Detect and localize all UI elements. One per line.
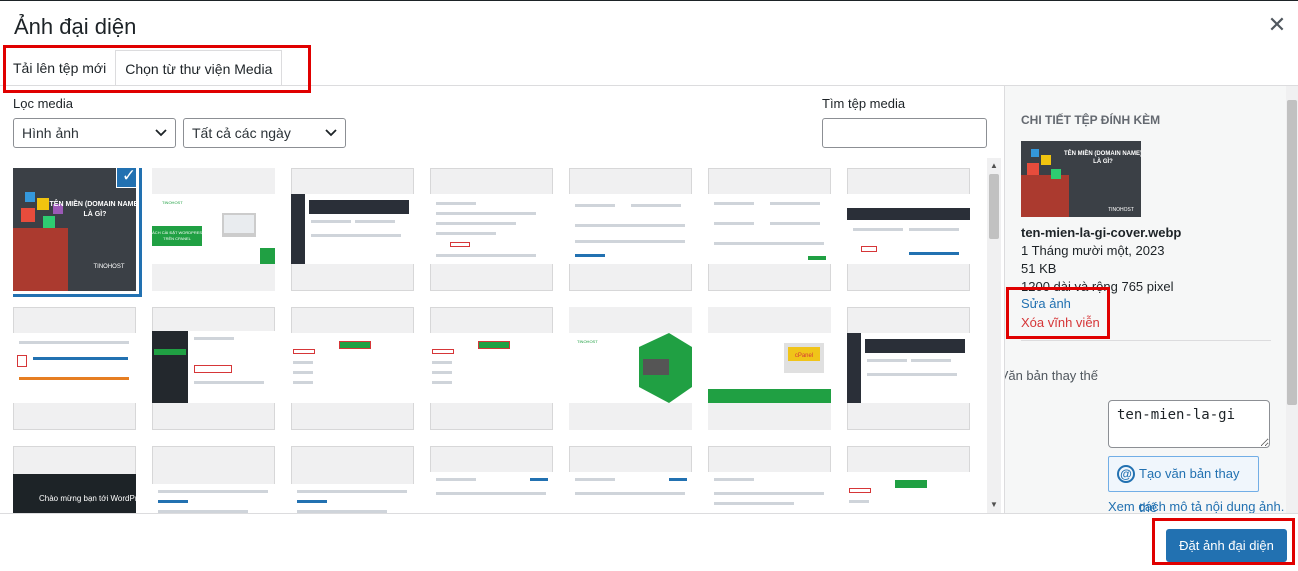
attachment-thumb[interactable]: TINOHOST	[569, 307, 692, 430]
screenshot-preview	[708, 194, 831, 264]
scrollbar-thumb[interactable]	[989, 174, 999, 239]
filter-label: Lọc media	[13, 96, 73, 111]
svg-text:TINOHOST: TINOHOST	[162, 200, 183, 205]
alt-text-help-link[interactable]: Xem cách mô tả nội dung ảnh.	[1108, 499, 1284, 514]
tab-upload[interactable]: Tải lên tệp mới	[4, 50, 115, 86]
attachment-preview: TINOHOST	[569, 307, 692, 430]
modal-top-border	[0, 0, 1298, 1]
screenshot-preview	[13, 333, 136, 403]
welcome-text: Chào mừng bạn tới WordPress!	[39, 494, 136, 503]
sidebar-heading: Chi tiết tệp đính kèm	[1021, 113, 1161, 127]
screenshot-preview	[847, 194, 970, 264]
svg-text:CÁCH CÀI ĐẶT WORDPRESS: CÁCH CÀI ĐẶT WORDPRESS	[152, 230, 205, 235]
attachment-details-sidebar: Chi tiết tệp đính kèm TÊN MIỀN (DOMAIN N…	[1004, 86, 1298, 514]
scroll-down-icon[interactable]: ▼	[987, 499, 1001, 511]
attachment-thumb[interactable]	[291, 446, 414, 513]
screenshot-preview	[291, 333, 414, 403]
attachment-thumb[interactable]	[569, 168, 692, 291]
scroll-up-icon[interactable]: ▲	[987, 160, 1001, 172]
attachment-thumb[interactable]	[13, 307, 136, 430]
screenshot-preview	[152, 484, 275, 513]
edit-image-link[interactable]: Sửa ảnh	[1021, 296, 1071, 311]
footer-divider	[0, 513, 1298, 514]
screenshot-preview	[291, 484, 414, 513]
attachment-thumb[interactable]	[847, 446, 970, 513]
chevron-down-icon	[325, 119, 337, 157]
screenshot-preview	[430, 333, 553, 403]
svg-text:cPanel: cPanel	[795, 353, 813, 359]
attachment-preview: CÁCH CÀI ĐẶT WORDPRESS TRÊN CPANEL TINOH…	[152, 168, 275, 291]
attachment-thumb[interactable]	[152, 307, 275, 430]
attachment-thumb[interactable]	[430, 307, 553, 430]
attachment-thumb[interactable]	[291, 168, 414, 291]
attachment-thumb[interactable]	[708, 446, 831, 513]
media-type-select[interactable]: Hình ảnh	[13, 118, 176, 148]
screenshot-preview	[430, 194, 553, 264]
attachment-thumb[interactable]: cPanel	[708, 307, 831, 430]
attachment-thumb[interactable]	[291, 307, 414, 430]
screenshot-preview	[847, 333, 970, 403]
svg-text:TÊN MIỀN (DOMAIN NAME): TÊN MIỀN (DOMAIN NAME)	[1064, 149, 1141, 157]
attachment-thumb[interactable]	[569, 446, 692, 513]
screenshot-preview	[430, 472, 553, 513]
screenshot-preview	[152, 331, 275, 403]
attachment-thumb[interactable]: TÊN MIỀN (DOMAIN NAME) LÀ GÌ? TINOHOST ✓	[13, 168, 136, 291]
media-router-tabs: Tải lên tệp mới Chọn từ thư viện Media	[4, 50, 283, 86]
svg-text:TINOHOST: TINOHOST	[577, 339, 598, 344]
attachment-filename: ten-mien-la-gi-cover.webp	[1021, 225, 1182, 240]
modal-title: Ảnh đại diện	[14, 14, 137, 39]
date-select[interactable]: Tất cả các ngày	[183, 118, 346, 148]
sidebar-thumbnail: TÊN MIỀN (DOMAIN NAME) LÀ GÌ? TINOHOST	[1021, 141, 1141, 217]
sidebar-scrollbar[interactable]	[1286, 86, 1298, 514]
attachment-thumb[interactable]	[847, 307, 970, 430]
date-value: Tất cả các ngày	[192, 125, 291, 141]
sidebar-scrollbar-thumb[interactable]	[1287, 100, 1297, 405]
screenshot-preview	[708, 472, 831, 513]
delete-permanently-link[interactable]: Xóa vĩnh viễn	[1021, 315, 1100, 330]
screenshot-preview	[291, 194, 414, 264]
set-featured-image-button[interactable]: Đặt ảnh đại diện	[1166, 529, 1287, 562]
search-label: Tìm tệp media	[822, 96, 906, 111]
sidebar-divider	[1021, 340, 1271, 341]
attachment-thumb[interactable]: Chào mừng bạn tới WordPress!	[13, 446, 136, 513]
attachment-thumb[interactable]: CÁCH CÀI ĐẶT WORDPRESS TRÊN CPANEL TINOH…	[152, 168, 275, 291]
attachment-thumb[interactable]	[430, 446, 553, 513]
alt-text-label: Văn bản thay thế	[1004, 368, 1098, 383]
svg-text:TRÊN CPANEL: TRÊN CPANEL	[163, 236, 191, 241]
screenshot-preview	[569, 472, 692, 513]
checkmark-icon[interactable]: ✓	[116, 168, 136, 188]
attachment-preview: TÊN MIỀN (DOMAIN NAME) LÀ GÌ? TINOHOST	[1021, 141, 1141, 217]
svg-text:LÀ GÌ?: LÀ GÌ?	[1093, 157, 1113, 165]
attachment-preview: cPanel	[708, 307, 831, 430]
attachment-thumb[interactable]	[152, 446, 275, 513]
chevron-down-icon	[155, 119, 167, 157]
generate-alt-text-button[interactable]: @ Tạo văn bản thay thế	[1108, 456, 1259, 514]
media-type-value: Hình ảnh	[22, 125, 79, 141]
grid-scrollbar[interactable]: ▲ ▼	[987, 158, 1001, 513]
thumb-title-text-2: LÀ GÌ?	[84, 209, 107, 218]
search-input[interactable]	[822, 118, 987, 148]
attachment-dimensions: 1200 dài và rộng 765 pixel	[1021, 279, 1174, 294]
attachment-thumb[interactable]	[708, 168, 831, 291]
screenshot-preview	[847, 472, 970, 513]
ai-icon: @	[1117, 465, 1135, 483]
close-icon[interactable]: ✕	[1266, 14, 1288, 36]
svg-text:TINOHOST: TINOHOST	[1108, 207, 1134, 213]
attachment-date: 1 Tháng mười một, 2023	[1021, 243, 1165, 258]
screenshot-preview: Chào mừng bạn tới WordPress!	[13, 474, 136, 513]
attachment-thumb[interactable]	[430, 168, 553, 291]
tab-media-library[interactable]: Chọn từ thư viện Media	[115, 50, 283, 86]
attachment-size: 51 KB	[1021, 261, 1057, 276]
alt-text-field[interactable]: ten-mien-la-gi	[1108, 400, 1270, 448]
attachment-thumb[interactable]	[847, 168, 970, 291]
thumb-brand-text: TINOHOST	[94, 264, 125, 270]
screenshot-preview	[569, 194, 692, 264]
attachments-grid: TÊN MIỀN (DOMAIN NAME) LÀ GÌ? TINOHOST ✓…	[13, 168, 973, 513]
